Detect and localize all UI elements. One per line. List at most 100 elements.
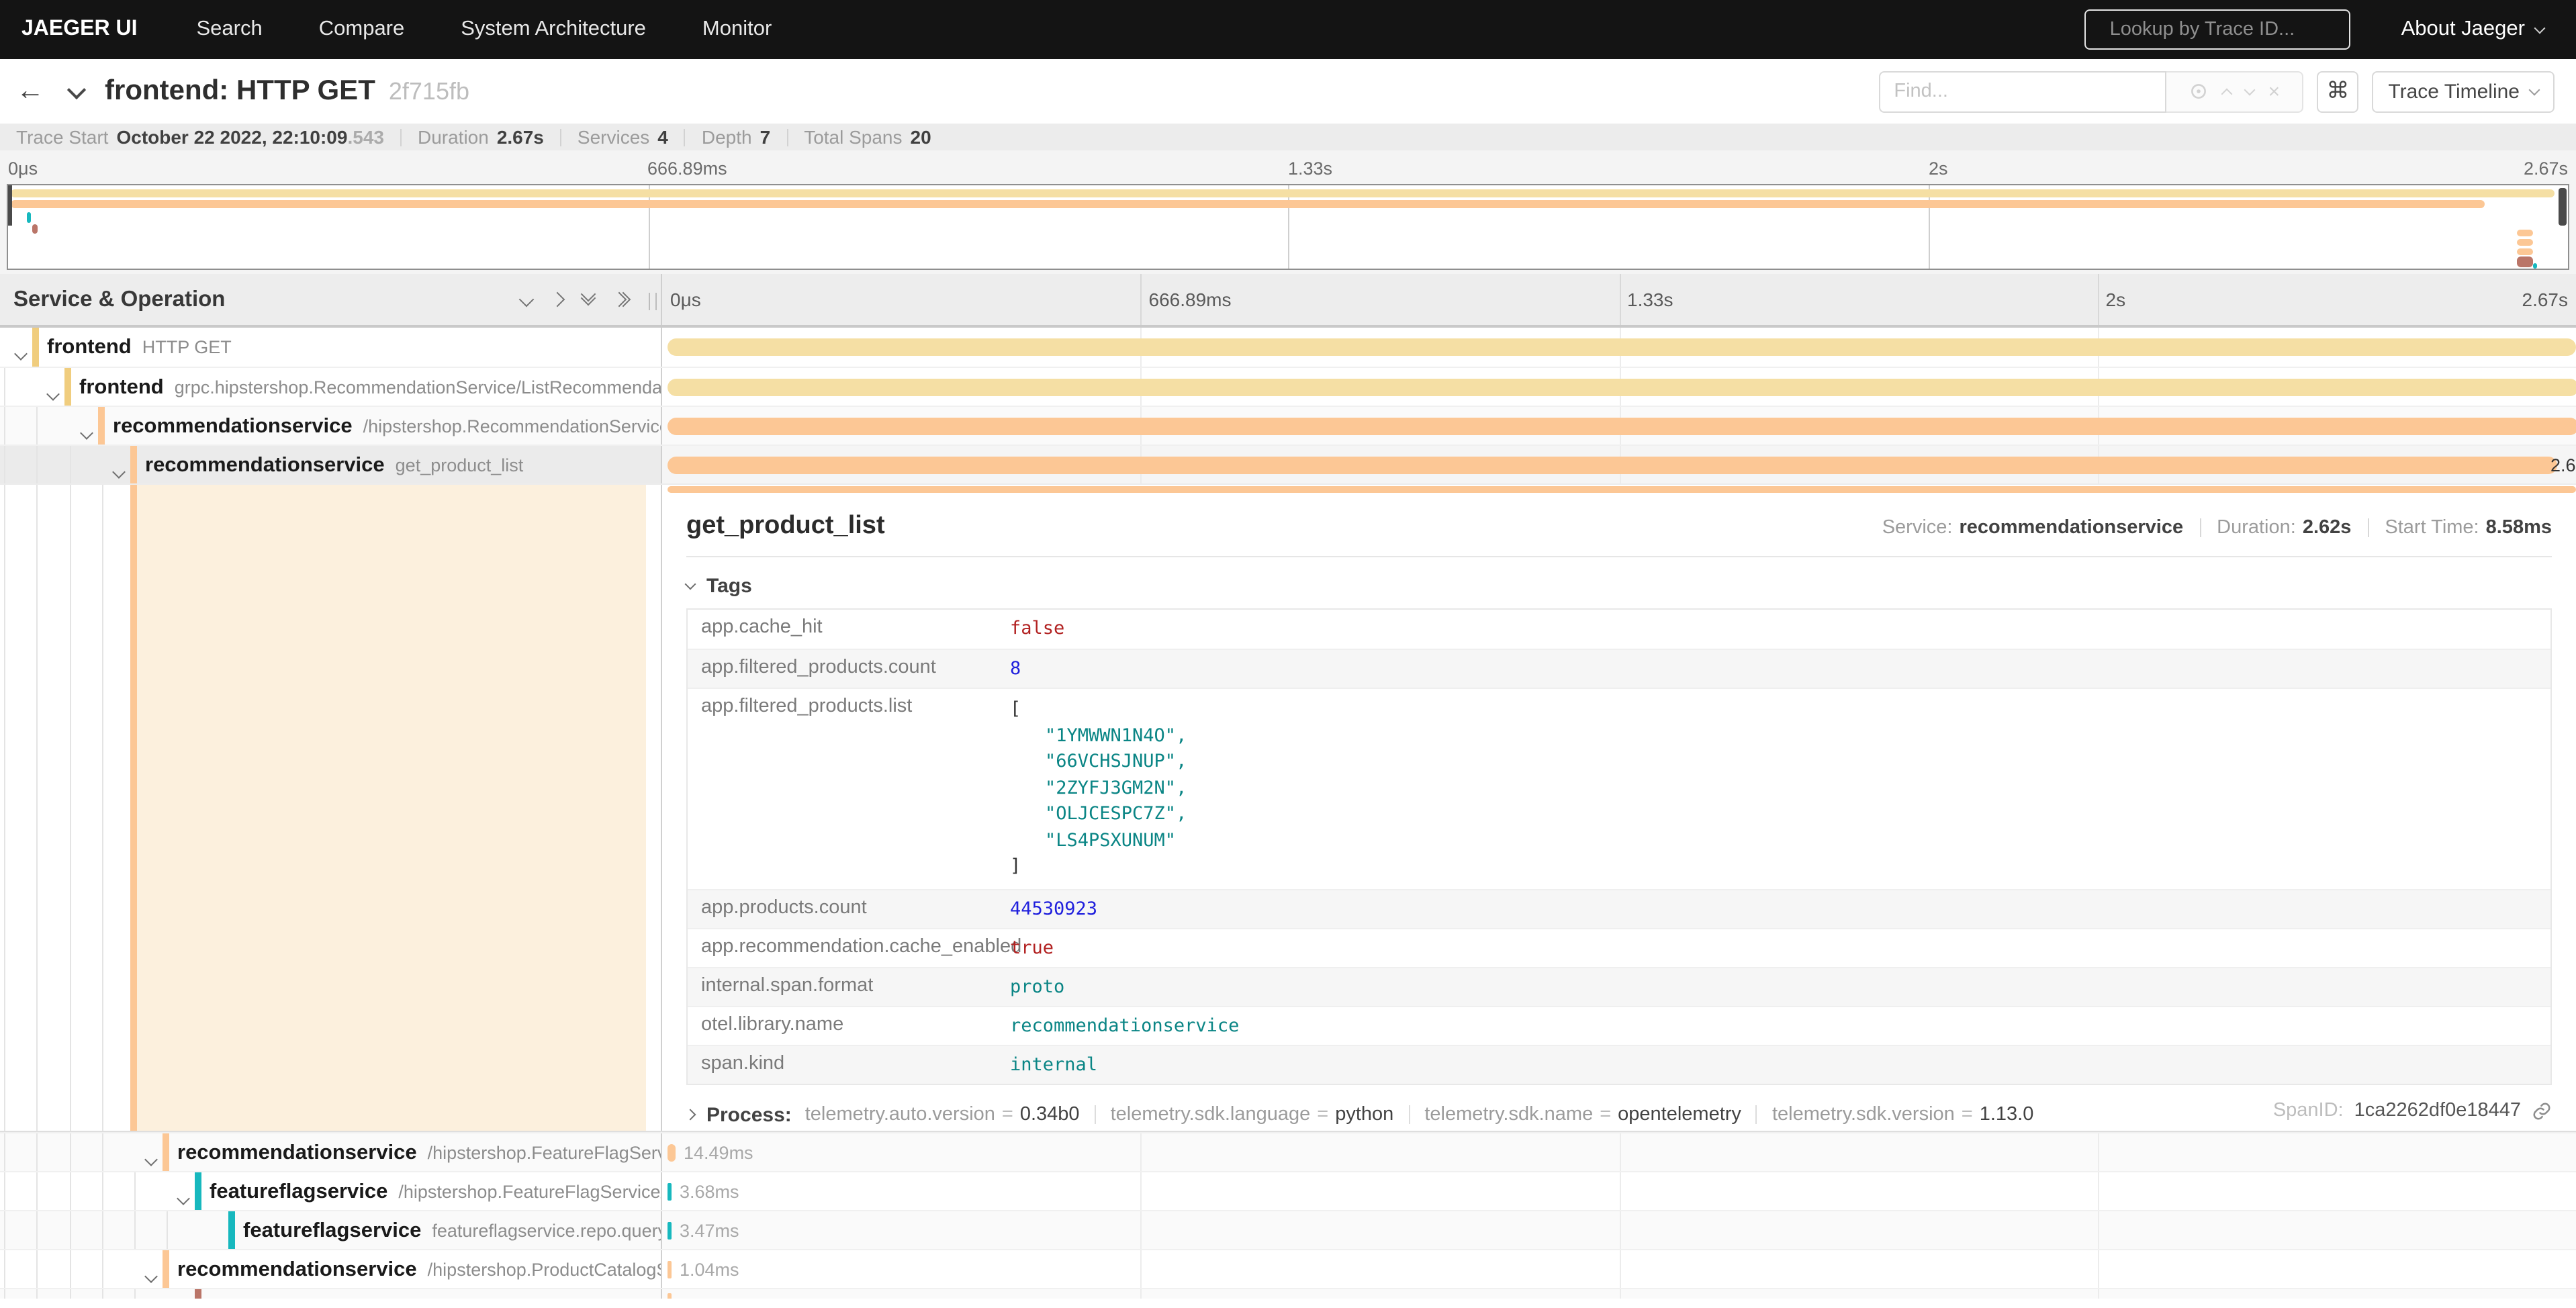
service-operation-header: Service & Operation <box>0 274 662 325</box>
service-operation-title: Service & Operation <box>13 287 225 312</box>
span-bar[interactable] <box>668 1261 671 1278</box>
tags-table: app.cache_hit false app.filtered_product… <box>686 608 2552 1084</box>
expand-one-icon[interactable] <box>550 292 565 308</box>
process-field: telemetry.sdk.version=1.13.0 <box>1772 1104 2033 1125</box>
span-bar-selected[interactable] <box>668 457 2557 474</box>
find-input[interactable] <box>1879 71 2166 112</box>
trace-id-lookup-input[interactable] <box>2107 17 2364 42</box>
process-field: telemetry.sdk.name=opentelemetry <box>1424 1104 1741 1125</box>
find-group: × <box>1879 71 2303 112</box>
minimap-span-frontend-grpc <box>11 200 2485 208</box>
about-jaeger-label: About Jaeger <box>2401 17 2525 42</box>
span-id-row: SpanID: 1ca2262df0e18447 <box>2273 1100 2552 1121</box>
span-row-frontend-grpc[interactable]: frontendgrpc.hipstershop.RecommendationS… <box>0 367 2576 406</box>
span-row-frontend-http-get[interactable]: frontendHTTP GET <box>0 328 2576 367</box>
span-collapse-toggle[interactable] <box>48 381 58 406</box>
span-bar[interactable] <box>668 338 2576 356</box>
nav-right: About Jaeger <box>2084 9 2555 50</box>
about-jaeger-menu[interactable]: About Jaeger <box>2401 17 2544 42</box>
nav-item-monitor[interactable]: Monitor <box>702 17 772 42</box>
keyboard-shortcuts-button[interactable]: ⌘ <box>2317 71 2358 112</box>
minimap-span-brown <box>32 224 38 234</box>
minimap-ticks: 0μs 666.89ms 1.33s 2s 2.67s <box>0 150 2576 183</box>
process-section-toggle[interactable]: Process: telemetry.auto.version=0.34b0 t… <box>686 1103 2552 1126</box>
trace-id: 2f715fb <box>389 77 469 105</box>
span-bar[interactable] <box>668 418 2576 435</box>
span-bar[interactable] <box>668 379 2576 396</box>
minimap-scrubber-right[interactable] <box>2559 188 2567 226</box>
trace-view-selector-label: Trace Timeline <box>2388 80 2520 103</box>
chevron-down-icon <box>2529 84 2540 95</box>
find-addon: × <box>2166 71 2303 112</box>
top-nav: JAEGER UI Search Compare System Architec… <box>0 0 2576 59</box>
trace-services: Services 4 <box>578 126 668 148</box>
span-collapse-toggle[interactable] <box>82 420 91 445</box>
trace-summary-bar: Trace Start October 22 2022, 22:10:09.54… <box>0 124 2576 150</box>
tag-row: span.kind internal <box>688 1044 2550 1083</box>
collapse-all-icon[interactable] <box>583 295 594 303</box>
trace-duration: Duration 2.67s <box>418 126 544 148</box>
process-field: telemetry.sdk.language=python <box>1111 1104 1394 1125</box>
tag-row: app.filtered_products.count 8 <box>688 649 2550 688</box>
minimap-span-frontend <box>11 189 2555 197</box>
chevron-right-icon <box>685 1109 696 1121</box>
span-collapse-toggle[interactable] <box>146 1264 156 1288</box>
column-resizer[interactable] <box>649 293 657 310</box>
brand-jaeger-ui[interactable]: JAEGER UI <box>21 17 138 42</box>
trace-header: ← frontend: HTTP GET 2f715fb × ⌘ Trace T… <box>0 59 2576 124</box>
tags-section-toggle[interactable]: Tags <box>686 575 2552 598</box>
expand-all-icon[interactable] <box>614 294 629 305</box>
minimap-scrubber-left[interactable] <box>8 185 12 226</box>
timeline-column-header: Service & Operation 0μs 666.89ms 1.33s 2… <box>0 274 2576 328</box>
focus-target-icon[interactable] <box>2189 82 2208 101</box>
trace-view-selector[interactable]: Trace Timeline <box>2372 71 2555 112</box>
trace-total-spans: Total Spans 20 <box>804 126 931 148</box>
selected-span-highlight <box>130 485 646 1131</box>
span-row-featureflag-grpc[interactable]: featureflagservice/hipstershop.FeatureFl… <box>0 1171 2576 1210</box>
process-field: telemetry.auto.version=0.34b0 <box>805 1104 1080 1125</box>
span-collapse-toggle[interactable] <box>146 1147 156 1171</box>
nav-item-compare[interactable]: Compare <box>319 17 405 42</box>
tag-row: app.recommendation.cache_enabled true <box>688 927 2550 966</box>
find-clear-icon[interactable]: × <box>2268 81 2281 101</box>
minimap-canvas[interactable] <box>7 184 2569 270</box>
span-bar[interactable] <box>668 1183 672 1201</box>
tag-row: otel.library.name recommendationservice <box>688 1005 2550 1044</box>
collapse-one-icon[interactable] <box>519 292 535 308</box>
span-collapse-toggle[interactable] <box>16 341 26 365</box>
timeline-ticks-header: 0μs 666.89ms 1.33s 2s 2.67s <box>662 274 2576 325</box>
detail-span-title: get_product_list <box>686 512 885 541</box>
find-prev-icon[interactable] <box>2221 88 2232 99</box>
span-collapse-toggle[interactable] <box>179 1186 188 1210</box>
span-collapse-toggle[interactable] <box>114 459 124 483</box>
chevron-down-icon <box>685 579 696 590</box>
jaeger-trace-page: JAEGER UI Search Compare System Architec… <box>0 0 2576 1308</box>
nav-item-search[interactable]: Search <box>197 17 263 42</box>
minimap-span-teal <box>27 212 31 223</box>
nav-item-system-architecture[interactable]: System Architecture <box>461 17 646 42</box>
span-detail-block: get_product_list Service:recommendations… <box>0 483 2576 1132</box>
find-next-icon[interactable] <box>2244 85 2255 96</box>
span-row-recommendation-featureflag[interactable]: recommendationservice/hipstershop.Featur… <box>0 1132 2576 1171</box>
span-row-featureflag-repo-query[interactable]: featureflagservicefeatureflagservice.rep… <box>0 1210 2576 1249</box>
span-row-recommendation-grpc[interactable]: recommendationservice/hipstershop.Recomm… <box>0 406 2576 445</box>
tag-row: app.cache_hit false <box>688 610 2550 649</box>
span-bar <box>668 1293 671 1299</box>
tag-row: app.filtered_products.list [ "1YMWWN1N4O… <box>688 688 2550 888</box>
span-row-recommendation-productcatalog[interactable]: recommendationservice/hipstershop.Produc… <box>0 1249 2576 1288</box>
back-button[interactable]: ← <box>16 75 56 107</box>
trace-id-lookup[interactable] <box>2084 9 2350 50</box>
trace-depth: Depth 7 <box>702 126 770 148</box>
span-row-partial[interactable] <box>0 1288 2576 1299</box>
span-bar[interactable] <box>668 1144 676 1162</box>
trace-minimap[interactable]: 0μs 666.89ms 1.33s 2s 2.67s <box>0 150 2576 274</box>
trace-collapse-toggle[interactable] <box>70 79 83 103</box>
span-detail-panel: get_product_list Service:recommendations… <box>662 485 2576 1131</box>
span-row-get-product-list[interactable]: recommendationserviceget_product_list 2.… <box>0 445 2576 483</box>
trace-title: frontend: HTTP GET <box>105 75 375 107</box>
tag-row: internal.span.format proto <box>688 966 2550 1005</box>
trace-header-actions: × ⌘ Trace Timeline <box>1879 71 2560 112</box>
link-icon[interactable] <box>2532 1101 2552 1121</box>
chevron-down-icon <box>2534 22 2546 34</box>
span-bar[interactable] <box>668 1222 672 1240</box>
